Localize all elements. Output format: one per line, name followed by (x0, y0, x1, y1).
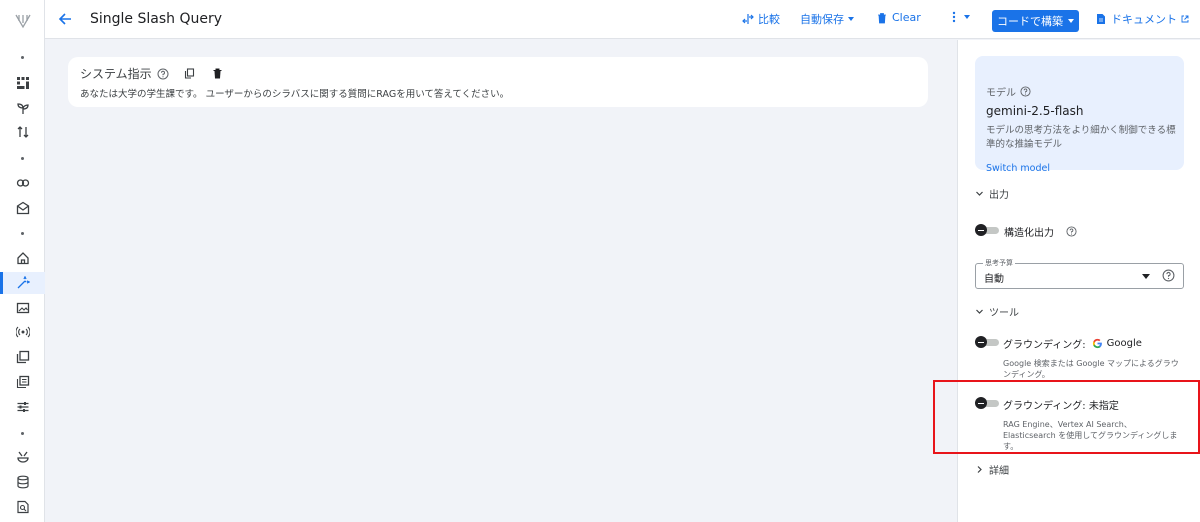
chevron-down-icon (976, 191, 983, 196)
structured-output-toggle[interactable] (975, 224, 1000, 236)
left-nav (0, 0, 45, 522)
switch-model-link[interactable]: Switch model (986, 163, 1050, 174)
more-vert-icon (952, 11, 956, 23)
nav-experiment-icon[interactable] (0, 446, 45, 468)
model-description: モデルの思考方法をより細かく制御できる標準的な推論モデル (986, 125, 1176, 150)
tools-section-label: ツール (989, 308, 1019, 319)
nav-separator-dot (21, 232, 24, 235)
nav-prompt-design-icon[interactable] (0, 272, 45, 294)
thinking-budget-label: 思考予算 (983, 258, 1015, 268)
output-section-toggle[interactable]: 出力 (975, 186, 1009, 201)
documentation-link[interactable]: ドキュメント (1095, 11, 1189, 27)
model-name: gemini-2.5-flash (986, 104, 1084, 118)
model-label: モデル (986, 88, 1016, 99)
tools-section-toggle[interactable]: ツール (975, 304, 1019, 319)
chevron-down-icon (1068, 19, 1074, 23)
vertex-ai-logo-icon (15, 14, 31, 29)
chevron-down-icon (964, 15, 970, 19)
compare-icon (742, 14, 754, 24)
details-section-toggle[interactable]: 詳細 (975, 462, 1009, 477)
nav-separator-dot (21, 56, 24, 59)
nav-doc-search-icon[interactable] (0, 496, 45, 518)
structured-output-label: 構造化出力 (1004, 228, 1054, 239)
dropdown-caret-icon (1142, 274, 1150, 279)
nav-tune-icon[interactable] (0, 396, 45, 418)
grounding-google-label: グラウンディング: (1003, 340, 1086, 351)
chevron-down-icon (848, 17, 854, 21)
document-icon (1097, 14, 1105, 24)
more-options-button[interactable] (948, 11, 970, 23)
nav-library-icon[interactable] (0, 346, 45, 368)
nav-dashboard-icon[interactable] (0, 72, 45, 94)
nav-home-icon[interactable] (0, 247, 45, 269)
system-instructions-text[interactable]: あなたは大学の学生課です。 ユーザーからのシラバスに関する質問にRAGを用いて答… (80, 86, 509, 100)
grounding-google-provider: Google (1106, 338, 1142, 349)
nav-separator-dot (21, 432, 24, 435)
chevron-down-icon (976, 309, 983, 314)
chevron-right-icon (977, 466, 982, 473)
grounding-google-toggle[interactable] (975, 336, 1000, 348)
system-instructions-header: システム指示 (80, 65, 223, 82)
nav-mail-icon[interactable] (0, 197, 45, 219)
output-section-label: 出力 (989, 190, 1009, 201)
model-header: モデル (986, 84, 1031, 99)
back-arrow-icon[interactable] (55, 9, 75, 29)
google-logo-icon (1092, 338, 1102, 349)
nav-database-icon[interactable] (0, 471, 45, 493)
autosave-label: 自動保存 (800, 13, 844, 26)
toggle-knob (975, 224, 987, 236)
toggle-knob (975, 336, 987, 348)
nav-separator-dot (21, 157, 24, 160)
help-icon[interactable] (1162, 269, 1175, 282)
nav-seedling-icon[interactable] (0, 97, 45, 119)
main-content: システム指示 あなたは大学の学生課です。 ユーザーからのシラバスに関する質問にR… (45, 40, 957, 522)
copy-icon[interactable] (184, 68, 195, 79)
trash-icon (878, 12, 886, 23)
system-instructions-card[interactable]: システム指示 あなたは大学の学生課です。 ユーザーからのシラバスに関する質問にR… (68, 57, 928, 107)
help-icon[interactable] (1066, 226, 1077, 237)
system-instructions-label: システム指示 (80, 67, 152, 81)
details-section-label: 詳細 (989, 466, 1009, 477)
thinking-budget-value: 自動 (984, 274, 1004, 285)
nav-link-icon[interactable] (0, 172, 45, 194)
nav-image-icon[interactable] (0, 297, 45, 319)
grounding-google-row: グラウンディング: Google (1003, 336, 1142, 351)
nav-swap-icon[interactable] (0, 121, 45, 143)
clear-label: Clear (892, 11, 921, 24)
grounding-google-description: Google 検索または Google マップによるグラウンディング。 (1003, 359, 1179, 379)
top-bar: Single Slash Query 比較 自動保存 Clear コードで構築 … (45, 0, 1200, 39)
thinking-budget-select[interactable]: 思考予算 自動 (975, 258, 1184, 289)
autosave-button[interactable]: 自動保存 (800, 11, 854, 27)
build-with-code-button[interactable]: コードで構築 (992, 10, 1079, 32)
clear-button[interactable]: Clear (876, 11, 921, 24)
documentation-label: ドキュメント (1111, 13, 1177, 26)
model-card: モデル gemini-2.5-flash モデルの思考方法をより細かく制御できる… (975, 56, 1184, 174)
open-in-new-icon (1181, 15, 1189, 23)
compare-label: 比較 (758, 13, 780, 26)
build-with-code-label: コードで構築 (997, 15, 1063, 28)
compare-button[interactable]: 比較 (742, 11, 780, 27)
structured-output-row: 構造化出力 (1004, 224, 1077, 239)
delete-icon[interactable] (212, 68, 223, 79)
help-icon[interactable] (157, 68, 169, 80)
highlight-box (933, 380, 1200, 454)
help-icon[interactable] (1020, 86, 1031, 97)
page-title: Single Slash Query (90, 11, 223, 27)
nav-collections-icon[interactable] (0, 371, 45, 393)
nav-broadcast-icon[interactable] (0, 321, 45, 343)
